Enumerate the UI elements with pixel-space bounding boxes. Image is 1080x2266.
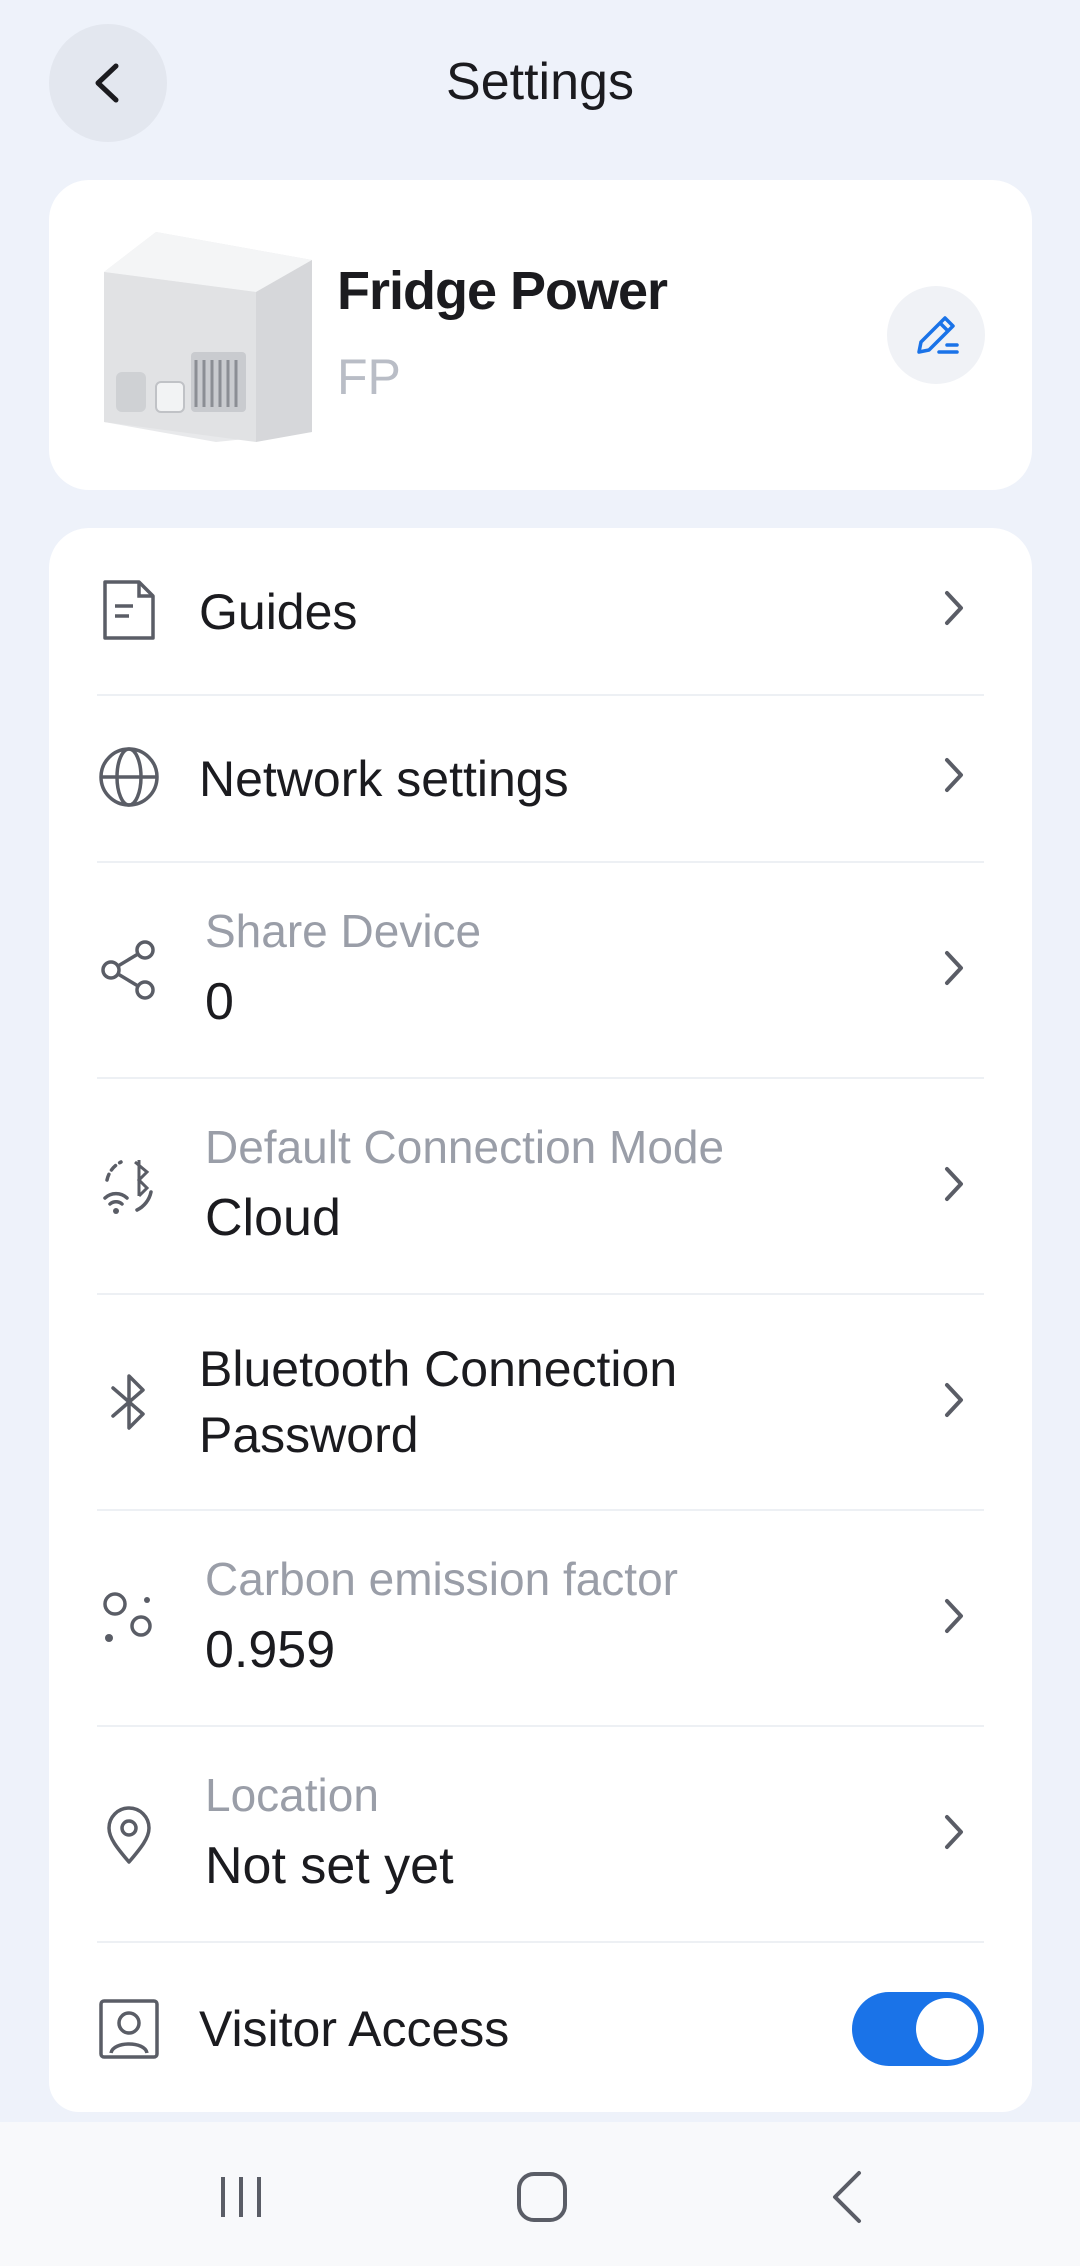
guides-label: Guides [199, 584, 358, 640]
home-icon [517, 2172, 567, 2222]
recent-apps-icon [221, 2177, 261, 2217]
serial-redaction [414, 345, 644, 403]
home-button[interactable] [497, 2152, 587, 2242]
share-device-count: 0 [205, 973, 234, 1031]
carbon-factor-label: Carbon emission factor [205, 1553, 678, 1605]
carbon-factor-item[interactable]: Carbon emission factor 0.959 [97, 1510, 984, 1727]
device-serial: FP [337, 349, 401, 405]
chevron-right-icon [934, 755, 974, 795]
visitor-access-label: Visitor Access [199, 2001, 510, 2057]
device-card: Fridge Power FP [49, 180, 1032, 490]
chevron-right-icon [934, 1164, 974, 1204]
carbon-factor-value: 0.959 [205, 1621, 336, 1679]
chevron-right-icon [934, 948, 974, 988]
location-value: Not set yet [205, 1837, 454, 1895]
recent-apps-button[interactable] [196, 2152, 286, 2242]
visitor-access-item: Visitor Access [97, 1942, 984, 2112]
header: Settings [0, 0, 1080, 170]
system-nav-bar [0, 2122, 1080, 2266]
chevron-right-icon [934, 1380, 974, 1420]
network-settings-label: Network settings [199, 751, 569, 807]
guides-item[interactable]: Guides [97, 528, 984, 696]
bluetooth-icon [97, 1370, 161, 1434]
visitor-icon [97, 1997, 161, 2061]
visitor-access-toggle[interactable] [852, 1992, 984, 2066]
chevron-right-icon [934, 1596, 974, 1636]
bluetooth-password-line1: Bluetooth Connection [199, 1341, 678, 1397]
settings-list: Guides Network settings Share Device 0 D… [49, 528, 1032, 2112]
share-icon [97, 938, 161, 1002]
connection-mode-value: Cloud [205, 1189, 341, 1247]
network-settings-item[interactable]: Network settings [97, 695, 984, 863]
nav-back-icon [833, 2171, 861, 2223]
chevron-right-icon [934, 1812, 974, 1852]
share-device-item[interactable]: Share Device 0 [97, 862, 984, 1079]
connection-mode-item[interactable]: Default Connection Mode Cloud [97, 1078, 984, 1295]
device-name: Fridge Power [337, 261, 668, 321]
edit-icon [917, 316, 959, 354]
nav-back-button[interactable] [802, 2152, 892, 2242]
connection-mode-icon [97, 1154, 161, 1218]
document-icon [97, 578, 161, 642]
bluetooth-password-item[interactable]: Bluetooth Connection Password [97, 1294, 984, 1511]
page-title: Settings [446, 53, 634, 111]
carbon-icon [97, 1586, 161, 1650]
edit-name-button[interactable] [887, 286, 985, 384]
device-image [104, 232, 312, 442]
location-label: Location [205, 1769, 379, 1821]
toggle-knob [916, 1998, 978, 2060]
globe-icon [97, 745, 161, 809]
bluetooth-password-line2: Password [199, 1407, 419, 1463]
location-item[interactable]: Location Not set yet [97, 1726, 984, 1943]
location-pin-icon [97, 1802, 161, 1866]
chevron-right-icon [934, 588, 974, 628]
share-device-label: Share Device [205, 905, 482, 957]
connection-mode-label: Default Connection Mode [205, 1121, 725, 1173]
